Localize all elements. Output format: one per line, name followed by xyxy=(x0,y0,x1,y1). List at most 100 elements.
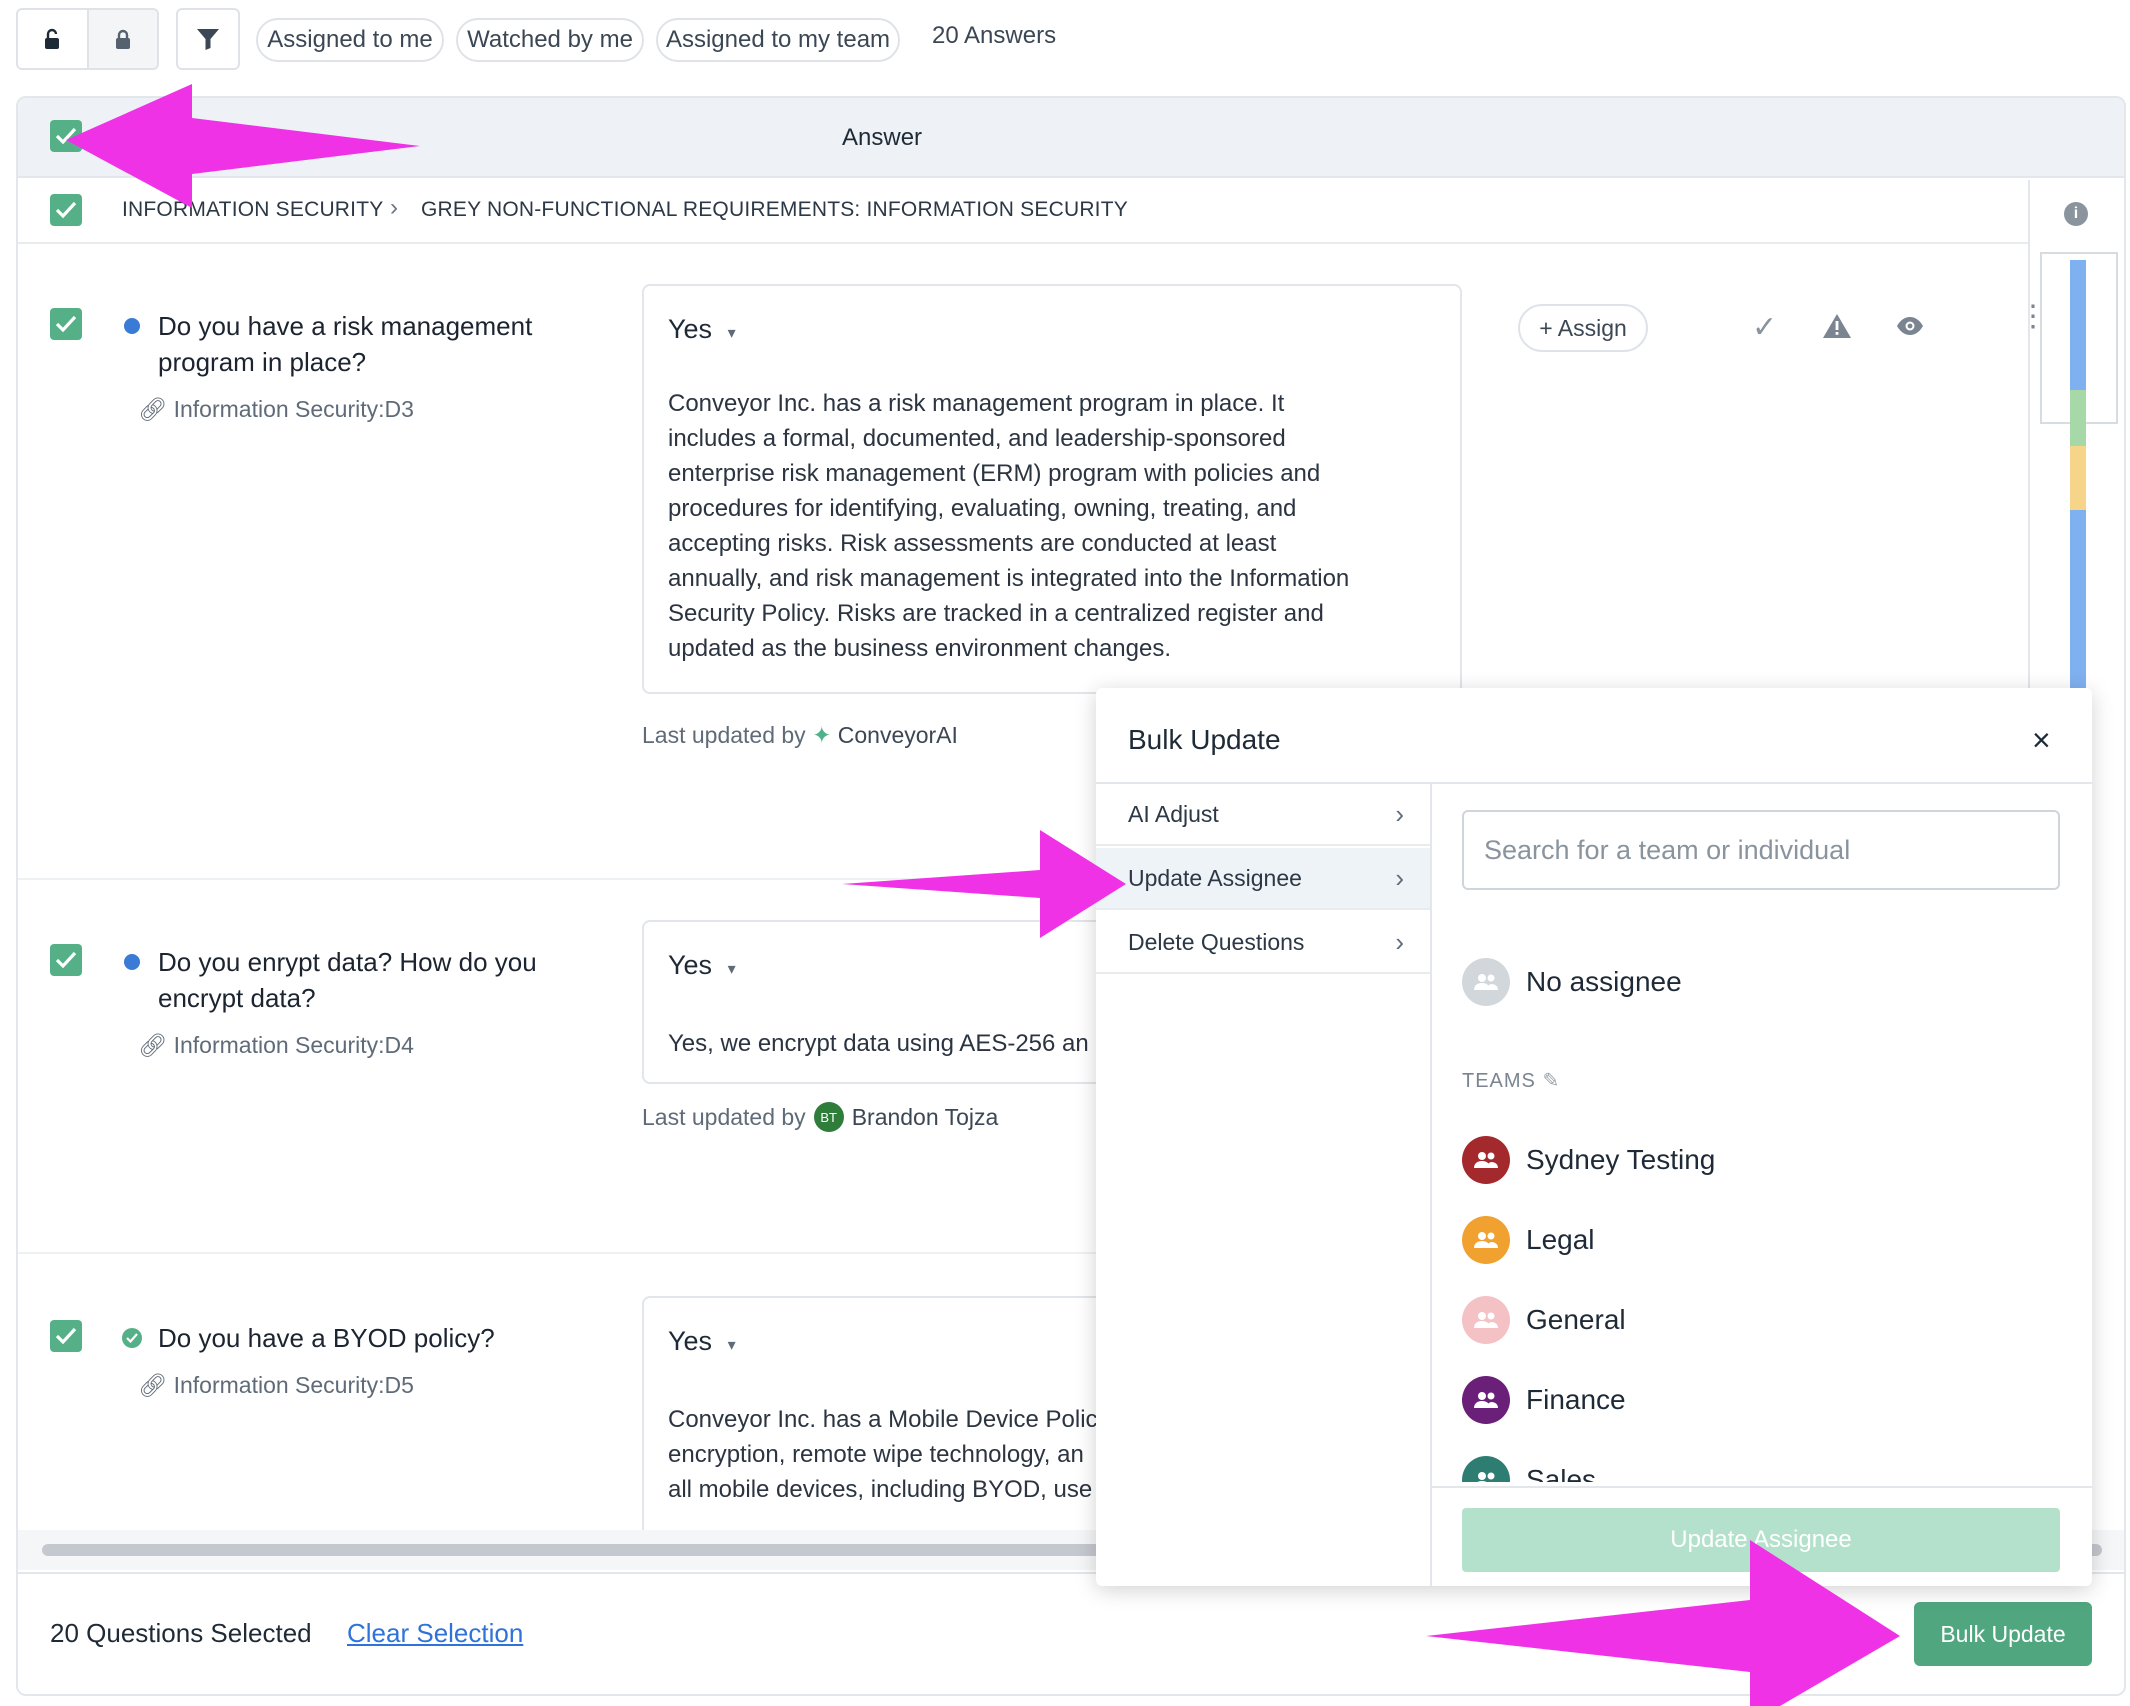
checkmark-icon xyxy=(55,315,77,333)
lock-icon xyxy=(115,29,130,49)
menu-ai-adjust[interactable]: AI Adjust › xyxy=(1096,784,1430,846)
selection-footer xyxy=(18,1572,2124,1694)
section-checkbox[interactable] xyxy=(50,194,82,226)
no-assignee-label: No assignee xyxy=(1526,966,1682,997)
answer-text[interactable]: Conveyor Inc. has a risk management prog… xyxy=(668,386,1349,666)
warning-icon[interactable] xyxy=(1822,312,1852,345)
assigned-to-me-filter[interactable]: Assigned to me xyxy=(256,18,444,62)
answer-line: Security Policy. Risks are tracked in a … xyxy=(668,600,1324,627)
last-updated: Last updated by ✦ ConveyorAI xyxy=(642,722,958,749)
answer-line: encryption, remote wipe technology, an xyxy=(668,1441,1084,1468)
answer-text[interactable]: Conveyor Inc. has a Mobile Device Polic … xyxy=(668,1402,1098,1507)
team-icon xyxy=(1462,1456,1510,1482)
answer-line: enterprise risk management (ERM) program… xyxy=(668,460,1321,487)
answer-line: Conveyor Inc. has a risk management prog… xyxy=(668,390,1285,417)
menu-update-assignee[interactable]: Update Assignee › xyxy=(1096,848,1430,910)
no-assignee-option[interactable]: No assignee xyxy=(1462,958,1682,1006)
more-options-icon[interactable]: ⋮ xyxy=(2018,302,2048,332)
answer-select[interactable]: Yes ▾ xyxy=(668,314,736,345)
approve-check-icon[interactable]: ✓ xyxy=(1752,310,1777,345)
answer-select[interactable]: Yes ▾ xyxy=(668,1326,736,1357)
caret-down-icon: ▾ xyxy=(727,961,736,978)
answer-value: Yes xyxy=(668,950,713,980)
checkmark-icon xyxy=(55,127,77,145)
team-list: Sydney Testing Legal General Finance Sales xyxy=(1462,1130,2062,1482)
answer-box[interactable]: Yes ▾ Conveyor Inc. has a risk managemen… xyxy=(642,284,1462,694)
question-line: Do you have a risk management xyxy=(158,311,533,341)
team-option[interactable]: Finance xyxy=(1462,1370,1626,1430)
last-updated: Last updated by BT Brandon Tojza xyxy=(642,1102,998,1132)
table-header xyxy=(18,98,2124,178)
last-updated-label: Last updated by xyxy=(642,1103,806,1130)
assignee-search-input[interactable]: Search for a team or individual xyxy=(1462,810,2060,890)
teams-label: TEAMS xyxy=(1462,1070,1536,1092)
info-icon[interactable]: i xyxy=(2064,202,2088,226)
lock-toggle-group xyxy=(16,8,159,70)
unlock-icon xyxy=(45,28,60,49)
bulk-update-modal: Bulk Update × AI Adjust › Update Assignee… xyxy=(1096,688,2092,1586)
team-name: Sales xyxy=(1526,1464,1597,1482)
answer-line: Yes, we encrypt data using AES-256 an xyxy=(668,1030,1089,1057)
link-icon: 🔗︎ xyxy=(138,396,174,422)
checkmark-icon xyxy=(55,201,77,219)
question-text: Do you enrypt data? How do you encrypt d… xyxy=(158,944,537,1016)
complete-status-icon xyxy=(122,1328,142,1348)
team-name: Finance xyxy=(1526,1384,1626,1415)
row-checkbox[interactable] xyxy=(50,944,82,976)
menu-delete-questions[interactable]: Delete Questions › xyxy=(1096,912,1430,974)
unlocked-filter-button[interactable] xyxy=(18,10,87,68)
team-option[interactable]: Sydney Testing xyxy=(1462,1130,1715,1190)
bulk-update-button[interactable]: Bulk Update xyxy=(1914,1602,2092,1666)
question-text: Do you have a risk management program in… xyxy=(158,308,532,380)
row-checkbox[interactable] xyxy=(50,1320,82,1352)
filter-button[interactable] xyxy=(176,8,240,70)
answer-line: accepting risks. Risk assessments are co… xyxy=(668,530,1277,557)
selected-count: 20 Questions Selected xyxy=(50,1618,312,1648)
answer-line: includes a formal, documented, and leade… xyxy=(668,425,1286,452)
team-option[interactable]: Sales xyxy=(1462,1450,1596,1482)
question-line: Do you have a BYOD policy? xyxy=(158,1323,495,1353)
answer-line: updated as the business environment chan… xyxy=(668,635,1172,662)
watch-eye-icon[interactable] xyxy=(1896,316,1924,341)
question-reference-link[interactable]: 🔗︎ Information Security:D3 xyxy=(138,396,414,423)
sparkle-icon: ✦ xyxy=(812,722,832,748)
edit-pencil-icon[interactable]: ✎ xyxy=(1542,1070,1560,1092)
teams-section-label: TEAMS ✎ xyxy=(1462,1068,1560,1093)
breadcrumb-subsection[interactable]: GREY NON-FUNCTIONAL REQUIREMENTS: INFORM… xyxy=(421,198,1128,222)
select-all-checkbox[interactable] xyxy=(50,120,82,152)
row-checkbox[interactable] xyxy=(50,308,82,340)
assign-button[interactable]: + Assign xyxy=(1518,304,1648,352)
link-icon: 🔗︎ xyxy=(138,1032,174,1058)
team-name: Legal xyxy=(1526,1224,1595,1255)
minimap-segment-blue xyxy=(2070,260,2086,390)
minimap-segment-blue xyxy=(2070,510,2086,690)
avatar: BT xyxy=(813,1102,844,1132)
close-icon[interactable]: × xyxy=(2032,722,2051,759)
assigned-to-my-team-filter[interactable]: Assigned to my team xyxy=(656,18,900,62)
question-reference-link[interactable]: 🔗︎ Information Security:D5 xyxy=(138,1372,414,1399)
team-option[interactable]: Legal xyxy=(1462,1210,1595,1270)
modal-footer-divider xyxy=(1432,1486,2092,1488)
answer-text[interactable]: Yes, we encrypt data using AES-256 an xyxy=(668,1026,1089,1061)
question-line: program in place? xyxy=(158,347,367,377)
filter-icon xyxy=(197,29,219,50)
breadcrumb-section[interactable]: INFORMATION SECURITY xyxy=(122,198,383,222)
question-reference-link[interactable]: 🔗︎ Information Security:D4 xyxy=(138,1032,414,1059)
menu-label: Update Assignee xyxy=(1128,864,1302,891)
minimap-segment-green xyxy=(2070,390,2086,446)
checkmark-icon xyxy=(55,1327,77,1345)
answer-select[interactable]: Yes ▾ xyxy=(668,950,736,981)
clear-selection-link[interactable]: Clear Selection xyxy=(347,1618,523,1649)
caret-down-icon: ▾ xyxy=(727,1337,736,1354)
modal-title: Bulk Update xyxy=(1128,724,1281,755)
watched-by-me-filter[interactable]: Watched by me xyxy=(456,18,644,62)
locked-filter-button[interactable] xyxy=(86,10,157,68)
reference-label: Information Security:D4 xyxy=(173,1032,414,1058)
update-assignee-button[interactable]: Update Assignee xyxy=(1462,1508,2060,1572)
chevron-right-icon: › xyxy=(1395,862,1404,893)
team-option[interactable]: General xyxy=(1462,1290,1626,1350)
menu-label: AI Adjust xyxy=(1128,800,1219,827)
team-icon xyxy=(1462,1216,1510,1264)
last-updated-label: Last updated by xyxy=(642,722,806,748)
team-name: General xyxy=(1526,1304,1626,1335)
